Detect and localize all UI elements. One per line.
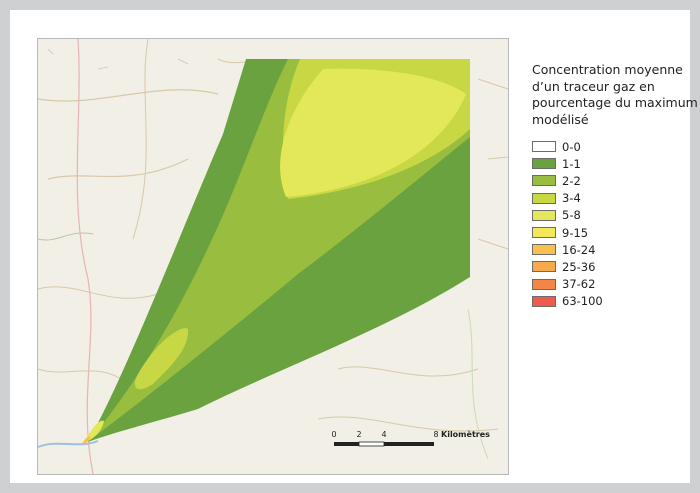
legend-items: 0-0 1-1 2-2 3-4 5-8 9-15 16-24 25-36 37-… bbox=[532, 138, 700, 310]
scale-bar-segment-1 bbox=[334, 442, 359, 446]
legend-swatch bbox=[532, 209, 556, 221]
legend-title-line: Concentration moyenne bbox=[532, 62, 683, 77]
legend-label: 2-2 bbox=[562, 173, 581, 188]
scale-tick-8: 8 bbox=[433, 430, 438, 439]
legend-label: 16-24 bbox=[562, 242, 596, 257]
legend-item: 1-1 bbox=[532, 155, 700, 172]
legend-swatch bbox=[532, 278, 556, 290]
dispersion-map: 0 2 4 8 Kilomètres bbox=[37, 38, 509, 475]
legend-label: 63-100 bbox=[562, 294, 603, 309]
legend-swatch bbox=[532, 192, 556, 204]
legend-title-line: pourcentage du maximum bbox=[532, 95, 698, 110]
legend-title: Concentration moyenne d’un traceur gaz e… bbox=[532, 62, 700, 128]
map-canvas: 0 2 4 8 Kilomètres bbox=[38, 39, 508, 474]
scale-bar-segment-2 bbox=[358, 441, 385, 447]
figure-frame: 0 2 4 8 Kilomètres Concentration moyenne… bbox=[10, 10, 698, 483]
legend-label: 9-15 bbox=[562, 225, 589, 240]
scale-bar-segment-3 bbox=[384, 442, 434, 446]
legend-label: 25-36 bbox=[562, 259, 596, 274]
scale-tick-0: 0 bbox=[331, 430, 336, 439]
legend-label: 5-8 bbox=[562, 208, 581, 223]
legend-item: 16-24 bbox=[532, 241, 700, 258]
scale-tick-4: 4 bbox=[381, 430, 386, 439]
legend-label: 37-62 bbox=[562, 277, 596, 292]
scale-bar: 0 2 4 8 Kilomètres bbox=[331, 429, 490, 447]
legend-swatch bbox=[532, 244, 556, 256]
plume bbox=[82, 59, 470, 444]
legend-swatch bbox=[532, 175, 556, 187]
legend-item: 9-15 bbox=[532, 224, 700, 241]
legend-item: 5-8 bbox=[532, 207, 700, 224]
legend-swatch bbox=[532, 227, 556, 239]
legend-title-line: d’un traceur gaz en bbox=[532, 78, 655, 94]
legend-swatch bbox=[532, 158, 556, 170]
legend: Concentration moyenne d’un traceur gaz e… bbox=[532, 62, 700, 310]
legend-title-line: modélisé bbox=[532, 111, 589, 127]
scale-tick-2: 2 bbox=[356, 430, 361, 439]
legend-label: 1-1 bbox=[562, 156, 581, 171]
legend-label: 3-4 bbox=[562, 191, 581, 206]
legend-item: 25-36 bbox=[532, 258, 700, 275]
legend-item: 2-2 bbox=[532, 172, 700, 189]
legend-label: 0-0 bbox=[562, 139, 581, 154]
legend-swatch bbox=[532, 295, 556, 307]
legend-item: 63-100 bbox=[532, 293, 700, 310]
legend-swatch bbox=[532, 141, 556, 153]
legend-item: 37-62 bbox=[532, 276, 700, 293]
legend-item: 0-0 bbox=[532, 138, 700, 155]
legend-item: 3-4 bbox=[532, 190, 700, 207]
scale-unit: Kilomètres bbox=[441, 429, 490, 439]
legend-swatch bbox=[532, 261, 556, 273]
